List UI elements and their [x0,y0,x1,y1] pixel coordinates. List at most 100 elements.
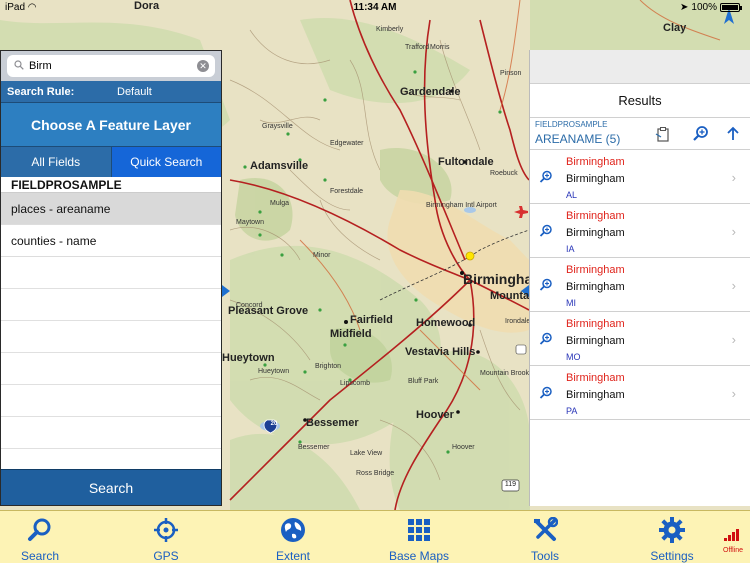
search-button[interactable]: Search [1,469,221,505]
zoom-to-icon[interactable] [539,224,553,238]
battery-percent: 100% [691,2,717,13]
result-item[interactable]: Birmingham Birmingham MI › [530,258,750,312]
map-label: Vestavia Hills [405,346,476,358]
result-name: Birmingham [566,281,625,293]
map-label: Hueytown [222,352,275,364]
arrow-up-icon[interactable] [724,125,742,143]
list-item [1,321,221,353]
tab-settings[interactable]: Settings [632,511,712,563]
layer-item-counties[interactable]: counties - name [1,225,221,257]
result-state: IA [566,244,575,254]
battery-icon [720,3,742,12]
chevron-right-icon: › [731,278,736,293]
search-bar: ✕ [1,51,221,81]
results-title: Results [530,84,750,118]
map-label: Gardendale [400,86,461,98]
clipboard-icon[interactable] [654,125,672,143]
map-label: Hueytown [258,368,290,375]
tab-all-fields[interactable]: All Fields [1,147,112,177]
layer-list: FIELDPROSAMPLE places - areaname countie… [1,177,221,449]
result-title: Birmingham [566,210,625,222]
clear-icon[interactable]: ✕ [197,60,209,72]
gear-icon [659,517,685,543]
chevron-right-icon: › [731,224,736,239]
tab-label: Extent [275,549,311,563]
map-label: Bluff Park [408,378,439,385]
layer-item-places[interactable]: places - areaname [1,193,221,225]
results-group[interactable]: AREANAME (5) [535,132,620,146]
zoom-to-icon[interactable] [539,332,553,346]
map-label: Edgewater [330,140,364,147]
map-label: Hoover [452,444,475,451]
result-state: PA [566,406,578,416]
map-label: Hoover [416,409,454,421]
map-label: Minor [313,252,331,259]
interstate-shield: 20 [270,421,278,427]
result-state: AL [566,190,578,200]
tab-tools[interactable]: Tools [505,511,585,563]
result-item[interactable]: Birmingham Birmingham AL › [530,150,750,204]
tab-extent[interactable]: Extent [253,511,333,563]
map-label: Adamsville [250,160,309,172]
signal-bars-icon [724,529,739,541]
zoom-to-icon[interactable] [539,170,553,184]
result-title: Birmingham [566,264,625,276]
search-icon [28,518,51,541]
zoom-to-all-icon[interactable] [692,125,710,143]
map-label: Fairfield [350,314,393,326]
location-icon: ➤ [680,2,689,13]
result-state: MO [566,352,581,362]
result-item[interactable]: Birmingham Birmingham MO › [530,312,750,366]
result-name: Birmingham [566,173,625,185]
search-rule-row[interactable]: Search Rule: Default [1,81,221,103]
results-group-header: FIELDPROSAMPLE AREANAME (5) [530,118,750,150]
tab-quick-search[interactable]: Quick Search [111,147,221,177]
magnifier-icon [14,60,24,70]
tools-icon [534,517,558,541]
map-label: Birmingham Intl Airport [426,202,497,209]
map-label: Bessemer [298,444,330,451]
chevron-right-icon: › [731,386,736,401]
result-item[interactable]: Birmingham Birmingham IA › [530,204,750,258]
map-label: Morris [430,44,450,51]
map-label: Lipscomb [340,380,370,387]
tab-bar: Search GPS Extent Base Maps Tools Settin… [0,510,750,563]
map-label: Irondale [505,318,531,325]
search-rule-label: Search Rule: [7,85,75,98]
tab-label: Settings [650,549,694,563]
list-item [1,289,221,321]
tab-base-maps[interactable]: Base Maps [379,511,459,563]
result-title: Birmingham [566,156,625,168]
map-label: Forestdale [330,188,364,195]
list-item [1,353,221,385]
map-label: Trafford [405,44,430,51]
map-label: Graysville [262,123,293,130]
map-label: Fultondale [438,156,494,168]
search-panel: ✕ Search Rule: Default Choose A Feature … [0,50,222,506]
map-label: Clay [663,22,687,34]
chevron-right-icon: › [731,332,736,347]
map-label: Maytown [236,219,265,226]
search-rule-value[interactable]: Default [117,86,215,98]
search-field[interactable]: ✕ [7,55,215,77]
map-label: Ross Bridge [356,470,395,477]
map-label: Concord [236,302,263,309]
tab-gps[interactable]: GPS [126,511,206,563]
result-title: Birmingham [566,372,625,384]
map-label: Pinson [500,70,522,77]
zoom-to-icon[interactable] [539,386,553,400]
connection-status: Offline [720,528,746,554]
search-input[interactable] [29,60,189,72]
tab-search[interactable]: Search [0,511,80,563]
globe-icon [281,518,305,542]
route-shield: 119 [504,481,517,488]
tab-label: Search [20,549,60,563]
map-label: Bessemer [306,417,359,429]
search-mode-segment: All Fields Quick Search [1,147,221,177]
choose-layer-header: Choose A Feature Layer [1,103,221,147]
result-name: Birmingham [566,227,625,239]
zoom-to-icon[interactable] [539,278,553,292]
result-item[interactable]: Birmingham Birmingham PA › [530,366,750,420]
result-name: Birmingham [566,335,625,347]
grid-icon [408,519,430,541]
